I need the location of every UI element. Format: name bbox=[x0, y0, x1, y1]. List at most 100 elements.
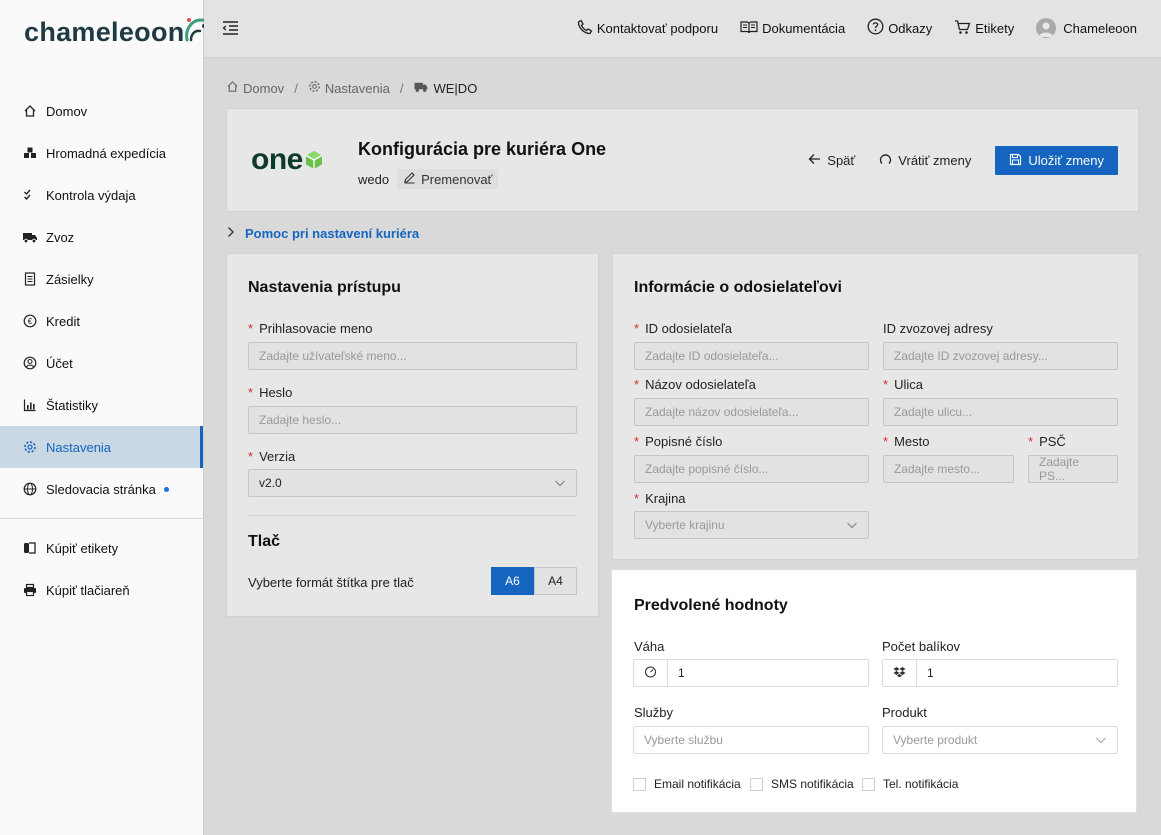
sidebar-item-statistiky[interactable]: Štatistiky bbox=[0, 384, 203, 426]
back-button[interactable]: Späť bbox=[796, 147, 867, 175]
street-placeholder: Zadajte ulicu... bbox=[894, 405, 973, 419]
sidebar-item-label: Štatistiky bbox=[46, 397, 99, 413]
notification-dot bbox=[163, 486, 169, 492]
email-notify-label: Email notifikácia bbox=[654, 777, 741, 791]
rename-button[interactable]: Premenovať bbox=[397, 169, 499, 189]
required-mark: * bbox=[634, 434, 640, 449]
checkbox-box[interactable] bbox=[633, 777, 646, 791]
carrier-code: wedo bbox=[358, 171, 390, 187]
zip-input[interactable]: Zadajte PS... bbox=[1028, 455, 1118, 483]
boxes-icon bbox=[22, 145, 38, 161]
city-input[interactable]: Zadajte mesto... bbox=[883, 455, 1014, 483]
sidebar-item-zvoz[interactable]: Zvoz bbox=[0, 216, 203, 258]
sidebar-item-label: Kúpiť tlačiareň bbox=[46, 582, 130, 598]
arrow-left-icon bbox=[808, 153, 821, 168]
version-value: v2.0 bbox=[259, 476, 282, 490]
revert-button[interactable]: Vrátiť zmeny bbox=[867, 147, 983, 175]
rename-label: Premenovať bbox=[421, 171, 493, 187]
packages-addon bbox=[882, 659, 916, 687]
sms-notify-label: SMS notifikácia bbox=[771, 777, 854, 791]
links-label: Odkazy bbox=[888, 20, 933, 36]
printer-icon bbox=[22, 582, 38, 598]
carrier-subtitle: wedo Premenovať bbox=[358, 169, 499, 189]
user-menu[interactable]: Chameleoon bbox=[1036, 18, 1137, 38]
labels-link[interactable]: Etikety bbox=[954, 19, 1014, 38]
sidebar-item-zasielky[interactable]: Zásielky bbox=[0, 258, 203, 300]
undo-icon bbox=[879, 153, 892, 169]
house-no-input[interactable]: Zadajte popisné číslo... bbox=[634, 455, 869, 483]
format-a4-button[interactable]: A4 bbox=[534, 567, 577, 595]
product-select[interactable]: Vyberte produkt bbox=[882, 726, 1118, 754]
logo-text: chameleoon bbox=[24, 17, 185, 47]
sidebar-item-hromadna-expedicia[interactable]: Hromadná expedícia bbox=[0, 132, 203, 174]
version-label-text: Verzia bbox=[259, 449, 296, 464]
sidebar-item-domov[interactable]: Domov bbox=[0, 90, 203, 132]
street-label: * Ulica bbox=[883, 377, 923, 392]
packages-input[interactable]: 1 bbox=[916, 659, 1118, 687]
sidebar-item-sledovacia-stranka[interactable]: Sledovacia stránka bbox=[0, 468, 203, 510]
city-label-text: Mesto bbox=[894, 434, 930, 449]
version-select[interactable]: v2.0 bbox=[248, 469, 577, 497]
links-link[interactable]: Odkazy bbox=[867, 18, 932, 38]
services-select[interactable]: Vyberte službu bbox=[633, 726, 869, 754]
sender-id-placeholder: Zadajte ID odosielateľa... bbox=[645, 349, 779, 363]
street-input[interactable]: Zadajte ulicu... bbox=[883, 398, 1118, 426]
sidebar-item-kontrola-vydaja[interactable]: Kontrola výdaja bbox=[0, 174, 203, 216]
sms-notify-checkbox[interactable]: SMS notifikácia bbox=[750, 777, 854, 791]
sender-info-card: Informácie o odosielateľovi * ID odosiela… bbox=[612, 253, 1139, 560]
sender-name-label-text: Názov odosielateľa bbox=[645, 377, 756, 392]
breadcrumb-current-label: WE|DO bbox=[433, 80, 478, 96]
gear-icon bbox=[22, 439, 38, 455]
sidebar-item-kredit[interactable]: € Kredit bbox=[0, 300, 203, 342]
required-mark: * bbox=[248, 449, 254, 464]
services-label: Služby bbox=[634, 705, 674, 720]
version-label: * Verzia bbox=[248, 449, 295, 464]
docs-link[interactable]: Dokumentácia bbox=[740, 20, 845, 37]
chevron-right-icon bbox=[227, 226, 235, 241]
save-button[interactable]: Uložiť zmeny bbox=[995, 146, 1118, 175]
checkbox-box[interactable] bbox=[750, 777, 763, 791]
sender-id-input[interactable]: Zadajte ID odosielateľa... bbox=[634, 342, 869, 370]
sidebar-item-label: Kontrola výdaja bbox=[46, 187, 136, 203]
scale-icon bbox=[644, 665, 657, 681]
country-label-text: Krajina bbox=[645, 491, 686, 506]
access-title: Nastavenia prístupu bbox=[248, 279, 401, 296]
country-placeholder: Vyberte krajinu bbox=[645, 518, 725, 532]
packages-label: Počet balíkov bbox=[882, 639, 961, 654]
city-placeholder: Zadajte mesto... bbox=[894, 462, 981, 476]
sidebar-item-kupit-etikety[interactable]: Kúpiť etikety bbox=[0, 527, 203, 569]
sender-name-input[interactable]: Zadajte názov odosielateľa... bbox=[634, 398, 869, 426]
gear-icon bbox=[308, 80, 321, 96]
sidebar-item-label: Hromadná expedícia bbox=[46, 145, 166, 161]
pickup-id-input[interactable]: Zadajte ID zvozovej adresy... bbox=[883, 342, 1118, 370]
breadcrumb-settings-label: Nastavenia bbox=[324, 80, 390, 96]
country-select[interactable]: Vyberte krajinu bbox=[634, 511, 869, 539]
chameleoon-logo[interactable]: chameleoon bbox=[24, 14, 217, 48]
carrier-logo: one bbox=[251, 143, 325, 177]
required-mark: * bbox=[248, 321, 254, 336]
help-toggle[interactable]: Pomoc pri nastavení kuriéra bbox=[227, 226, 419, 241]
house-no-label: * Popisné číslo bbox=[634, 434, 722, 449]
sidebar-item-ucet[interactable]: Účet bbox=[0, 342, 203, 384]
revert-label: Vrátiť zmeny bbox=[898, 153, 972, 168]
breadcrumb-home[interactable]: Domov bbox=[226, 80, 284, 96]
format-a6-button[interactable]: A6 bbox=[491, 567, 534, 595]
access-settings-card: Nastavenia prístupu * Prihlasovacie meno … bbox=[226, 253, 599, 617]
email-notify-checkbox[interactable]: Email notifikácia bbox=[633, 777, 741, 791]
password-input[interactable]: Zadajte heslo... bbox=[248, 406, 577, 434]
sidebar-item-label: Účet bbox=[46, 355, 73, 371]
breadcrumb-settings[interactable]: Nastavenia bbox=[308, 80, 390, 96]
menu-collapse-icon[interactable] bbox=[222, 20, 240, 39]
login-input[interactable]: Zadajte užívateľské meno... bbox=[248, 342, 577, 370]
tel-notify-checkbox[interactable]: Tel. notifikácia bbox=[862, 777, 958, 791]
sidebar-item-nastavenia[interactable]: Nastavenia bbox=[0, 426, 203, 468]
print-title: Tlač bbox=[248, 533, 281, 550]
weight-input[interactable]: 1 bbox=[667, 659, 869, 687]
house-no-label-text: Popisné číslo bbox=[645, 434, 723, 449]
phone-icon bbox=[577, 19, 593, 38]
login-placeholder: Zadajte užívateľské meno... bbox=[259, 349, 407, 363]
checkbox-box[interactable] bbox=[862, 777, 875, 791]
support-link[interactable]: Kontaktovať podporu bbox=[577, 19, 718, 38]
page-title: Konfigurácia pre kuriéra One bbox=[358, 139, 607, 159]
sidebar-item-kupit-tlaciaren[interactable]: Kúpiť tlačiareň bbox=[0, 569, 203, 611]
